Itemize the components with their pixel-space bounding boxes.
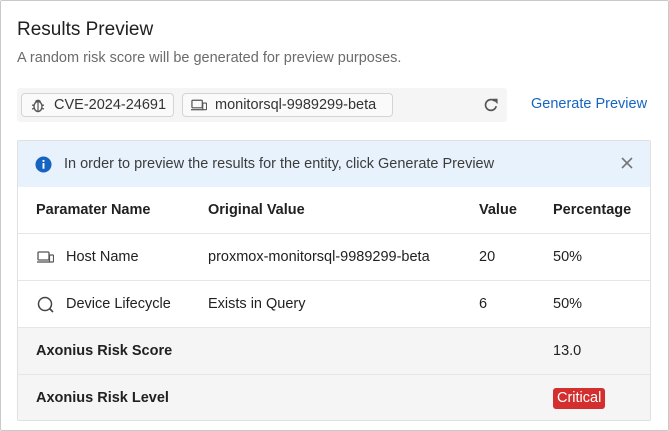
close-icon[interactable] [619,155,635,171]
generate-preview-button[interactable]: Generate Preview [531,96,647,112]
bug-icon [30,97,46,113]
column-header-percentage: Percentage [553,202,632,218]
table-row: Host Name proxmox-monitorsql-9989299-bet… [18,234,650,281]
info-icon [35,156,52,173]
refresh-button[interactable] [481,95,501,115]
parameter-name-cell: Device Lifecycle [36,281,201,327]
column-header-value: Value [479,202,517,218]
risk-score-row: Axonius Risk Score 13.0 [18,328,650,375]
parameter-name-cell: Host Name [36,234,201,280]
lifecycle-icon [36,295,54,313]
original-value: proxmox-monitorsql-9989299-beta [208,249,430,265]
original-value-cell: proxmox-monitorsql-9989299-beta [208,234,453,280]
page-subtitle: A random risk score will be generated fo… [17,50,402,66]
column-header-original-value: Original Value [208,202,305,218]
cve-chip-label: CVE-2024-24691 [54,97,167,113]
risk-level-label: Axonius Risk Level [36,390,169,406]
refresh-icon [484,98,498,112]
parameter-name: Device Lifecycle [66,296,171,312]
risk-score-label: Axonius Risk Score [36,343,173,359]
results-preview-dialog: Results Preview A random risk score will… [0,0,669,431]
results-panel: In order to preview the results for the … [17,140,651,421]
original-value-cell: Exists in Query [208,296,306,312]
cve-chip[interactable]: CVE-2024-24691 [21,93,174,117]
info-banner-text: In order to preview the results for the … [64,156,495,172]
host-chip[interactable]: monitorsql-9989299-beta [182,93,393,117]
risk-level-row: Axonius Risk Level Critical [18,375,650,420]
entity-selector-bar: CVE-2024-24691 monitorsql-9989299-beta [17,88,507,122]
host-chip-label: monitorsql-9989299-beta [215,97,377,113]
parameter-name: Host Name [66,249,139,265]
value-cell: 6 [479,296,488,312]
risk-level-badge: Critical [553,387,606,409]
percentage-cell: 50% [553,249,583,265]
table-row: Device Lifecycle Exists in Query 6 50% [18,281,650,328]
device-icon [36,248,54,266]
risk-score-value: 13.0 [553,343,582,359]
page-title: Results Preview [17,19,154,40]
risk-level-cell: Critical [553,375,643,420]
info-banner: In order to preview the results for the … [18,141,650,187]
column-header-parameter: Paramater Name [36,202,151,218]
device-icon [191,97,207,113]
value-cell: 20 [479,249,496,265]
table-header-row: Paramater Name Original Value Value Perc… [18,187,650,234]
percentage-cell: 50% [553,296,583,312]
